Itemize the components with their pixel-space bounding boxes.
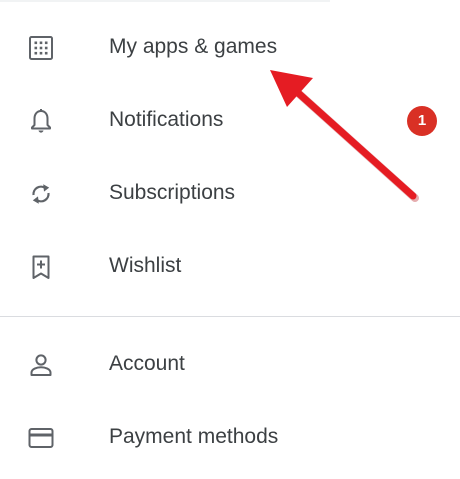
menu-item-label: My apps & games [109, 35, 278, 58]
menu-item-label: Payment methods [109, 425, 279, 448]
apps-grid-icon [28, 35, 54, 61]
menu-item-wishlist[interactable]: Wishlist [0, 230, 460, 303]
top-divider [0, 0, 330, 2]
menu-item-label: Wishlist [109, 254, 182, 277]
person-icon [28, 352, 54, 378]
menu-item-notifications[interactable]: Notifications 1 [0, 84, 460, 157]
menu-item-label: Subscriptions [109, 181, 236, 204]
bookmark-add-icon [28, 254, 54, 280]
menu-item-label: Notifications [109, 108, 224, 131]
credit-card-icon [28, 425, 54, 451]
menu-item-subscriptions[interactable]: Subscriptions [0, 157, 460, 230]
menu-item-my-apps-games[interactable]: My apps & games [0, 11, 460, 84]
menu-item-payment-methods[interactable]: Payment methods [0, 401, 460, 474]
menu-item-account[interactable]: Account [0, 328, 460, 401]
notification-count-badge: 1 [407, 106, 437, 136]
bell-icon [28, 108, 54, 134]
menu-item-label: Account [109, 352, 185, 375]
menu-divider [0, 316, 460, 317]
refresh-icon [28, 181, 54, 207]
